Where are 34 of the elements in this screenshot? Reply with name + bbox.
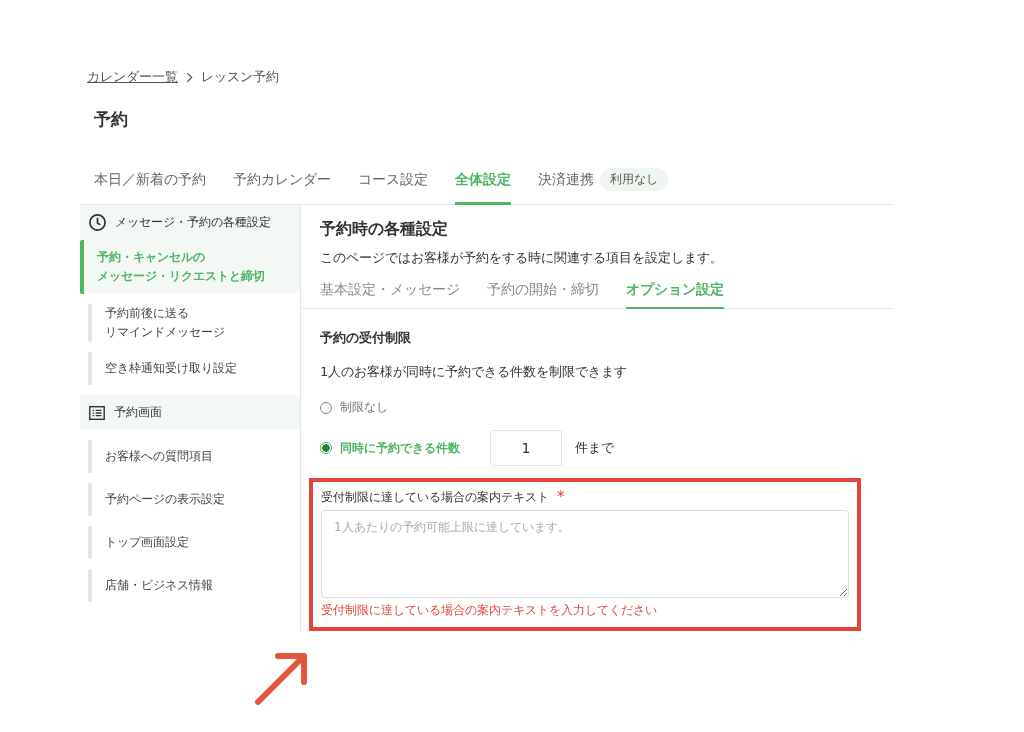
- sub-tab[interactable]: 基本設定・メッセージ: [320, 281, 460, 309]
- sidebar-item[interactable]: 予約前後に送る リマインドメッセージ: [88, 304, 300, 342]
- unit-label: 件まで: [575, 439, 614, 457]
- tab[interactable]: 決済連携: [538, 167, 594, 205]
- section-description: このページではお客様が予約をする時に関連する項目を設定します。: [320, 249, 724, 267]
- radio-button[interactable]: [320, 442, 332, 454]
- number-field[interactable]: 1: [490, 430, 562, 466]
- field-label: 受付制限に達している場合の案内テキスト: [321, 488, 549, 506]
- tab[interactable]: 予約カレンダー: [233, 167, 331, 205]
- sub-tab[interactable]: 予約の開始・締切: [487, 281, 599, 309]
- required-mark: *: [557, 488, 565, 506]
- page-title: 予約: [94, 108, 129, 131]
- chevron-right-icon: [186, 71, 193, 83]
- setting-description: 1人のお客様が同時に予約できる件数を制限できます: [320, 363, 629, 381]
- sidebar-item[interactable]: 空き枠通知受け取り設定: [88, 352, 300, 385]
- sidebar-item[interactable]: お客様への質問項目: [88, 440, 300, 473]
- breadcrumb-current: レッスン予約: [201, 68, 279, 86]
- guide-text-field[interactable]: 1人あたりの予約可能上限に達しています。: [321, 510, 849, 598]
- breadcrumb-link[interactable]: カレンダー一覧: [87, 68, 178, 86]
- sidebar-item[interactable]: トップ画面設定: [88, 526, 300, 559]
- tab[interactable]: コース設定: [358, 167, 428, 205]
- setting-title: 予約の受付制限: [320, 329, 412, 347]
- error-message: 受付制限に達している場合の案内テキストを入力してください: [321, 602, 658, 619]
- clock-icon: [88, 213, 107, 232]
- radio-button[interactable]: [320, 401, 332, 414]
- sidebar-item[interactable]: 店舗・ビジネス情報: [88, 569, 300, 602]
- status-badge: 利用なし: [600, 168, 668, 191]
- sidebar-section-title: メッセージ・予約の各種設定: [115, 214, 271, 231]
- radio-label[interactable]: 制限なし: [340, 399, 388, 416]
- sidebar-item[interactable]: 予約ページの表示設定: [88, 483, 300, 516]
- list-icon: [88, 403, 106, 422]
- sidebar-section-title: 予約画面: [114, 404, 162, 421]
- tab[interactable]: 本日／新着の予約: [94, 167, 206, 205]
- section-heading: 予約時の各種設定: [320, 219, 449, 240]
